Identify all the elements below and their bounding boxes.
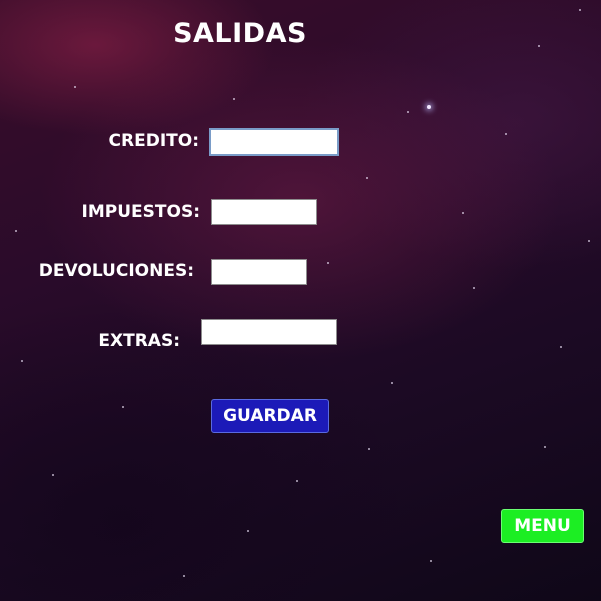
star-icon <box>327 262 329 264</box>
star-icon <box>560 346 562 348</box>
star-icon <box>588 240 590 242</box>
star-icon <box>579 9 581 11</box>
star-icon <box>296 480 298 482</box>
guardar-button[interactable]: GUARDAR <box>211 399 329 433</box>
star-icon <box>430 560 432 562</box>
credito-label: CREDITO: <box>108 131 199 151</box>
star-icon <box>233 98 235 100</box>
credito-input[interactable] <box>209 128 339 156</box>
menu-button[interactable]: MENU <box>501 509 584 543</box>
star-icon <box>15 230 17 232</box>
star-icon <box>183 575 185 577</box>
devoluciones-label: DEVOLUCIONES: <box>38 261 194 281</box>
impuestos-label: IMPUESTOS: <box>81 202 200 222</box>
star-icon <box>473 287 475 289</box>
extras-input[interactable] <box>201 319 337 345</box>
star-icon <box>505 133 507 135</box>
page-title: SALIDAS <box>173 18 307 49</box>
star-icon <box>544 446 546 448</box>
star-icon <box>74 86 76 88</box>
star-icon <box>391 382 393 384</box>
star-icon <box>366 177 368 179</box>
extras-label: EXTRAS: <box>98 331 180 351</box>
impuestos-input[interactable] <box>211 199 317 225</box>
star-icon <box>247 530 249 532</box>
devoluciones-input[interactable] <box>211 259 307 285</box>
star-icon <box>122 406 124 408</box>
star-icon <box>462 212 464 214</box>
star-icon <box>368 448 370 450</box>
star-icon <box>407 111 409 113</box>
star-icon <box>427 105 431 109</box>
star-icon <box>52 474 54 476</box>
star-icon <box>21 360 23 362</box>
star-icon <box>538 45 540 47</box>
